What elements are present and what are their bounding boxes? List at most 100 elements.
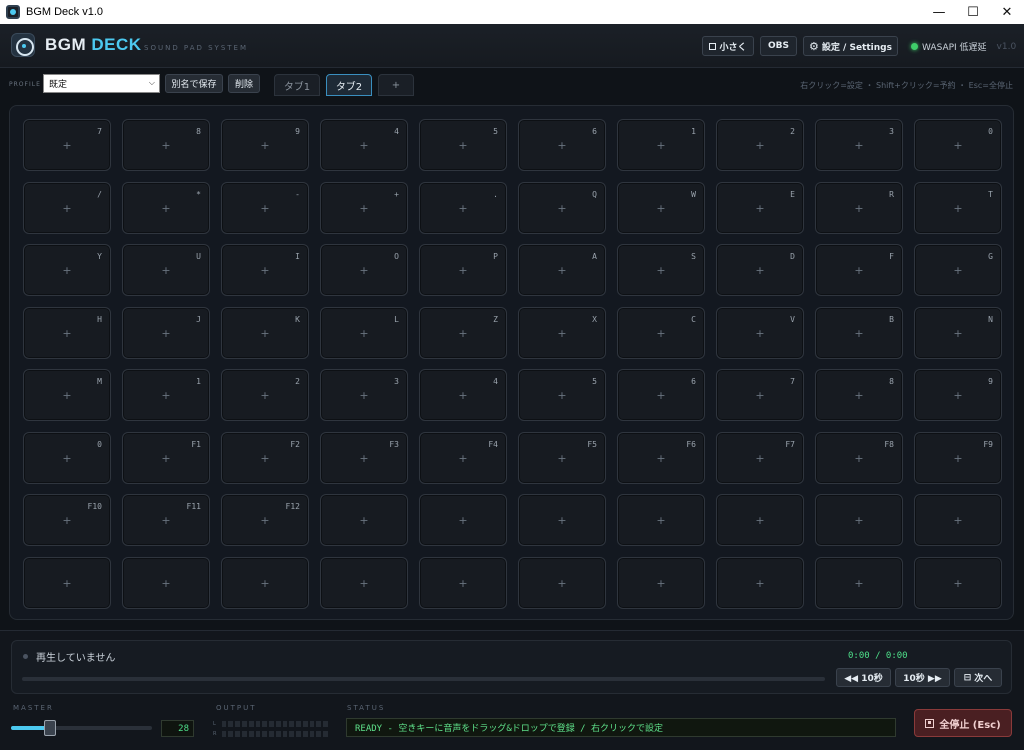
sound-pad[interactable]: F6 +	[617, 431, 705, 484]
sound-pad[interactable]: H +	[23, 306, 111, 359]
sound-pad[interactable]: +	[914, 494, 1002, 546]
sound-pad[interactable]: 4 +	[419, 369, 507, 421]
master-volume-thumb[interactable]	[44, 720, 57, 736]
sound-pad[interactable]: F12 +	[221, 494, 309, 546]
sound-pad[interactable]: J +	[122, 306, 210, 359]
sound-pad[interactable]: F10 +	[23, 494, 111, 546]
sound-pad[interactable]: 1 +	[122, 369, 210, 421]
sound-pad[interactable]: 0 +	[914, 119, 1002, 171]
sound-pad[interactable]: 4 +	[320, 119, 408, 171]
sound-pad[interactable]: O +	[320, 244, 408, 296]
sound-pad[interactable]: 2 +	[221, 369, 309, 421]
save-as-button[interactable]: 別名で保存	[165, 74, 223, 93]
sound-pad[interactable]: +	[716, 556, 804, 609]
sound-pad[interactable]: B +	[815, 306, 903, 359]
sound-pad[interactable]: F9 +	[914, 431, 1002, 484]
rewind-10s-button[interactable]: ◀◀ 10秒	[836, 668, 891, 687]
minimize-button[interactable]: —	[922, 0, 956, 24]
sound-pad[interactable]: I +	[221, 244, 309, 296]
sound-pad[interactable]: F5 +	[518, 431, 606, 484]
sound-pad[interactable]: S +	[617, 244, 705, 296]
next-button[interactable]: ⊟ 次へ	[954, 668, 1002, 687]
sound-pad[interactable]: + +	[320, 181, 408, 234]
stop-all-button[interactable]: 全停止 (Esc)	[914, 709, 1012, 737]
sound-pad[interactable]: +	[320, 494, 408, 546]
sound-pad[interactable]: +	[122, 556, 210, 609]
sound-pad[interactable]: 9 +	[221, 119, 309, 171]
tab-1[interactable]: タブ1	[274, 74, 320, 96]
sound-pad[interactable]: F2 +	[221, 431, 309, 484]
sound-pad[interactable]: - +	[221, 181, 309, 234]
close-button[interactable]: ✕	[990, 0, 1024, 24]
sound-pad[interactable]: +	[815, 494, 903, 546]
sound-pad[interactable]: V +	[716, 306, 804, 359]
master-volume-slider[interactable]	[11, 720, 152, 736]
sound-pad[interactable]: +	[716, 494, 804, 546]
sound-pad[interactable]: K +	[221, 306, 309, 359]
compact-button[interactable]: 小さく	[702, 36, 754, 56]
sound-pad[interactable]: / +	[23, 181, 111, 234]
chevron-down-icon: ⌵	[148, 78, 155, 87]
obs-button[interactable]: OBS	[760, 36, 797, 56]
sound-pad[interactable]: F1 +	[122, 431, 210, 484]
sound-pad[interactable]: +	[320, 556, 408, 609]
sound-pad[interactable]: 2 +	[716, 119, 804, 171]
tab-2[interactable]: タブ2	[326, 74, 372, 96]
maximize-button[interactable]: ☐	[956, 0, 990, 24]
sound-pad[interactable]: Q +	[518, 181, 606, 234]
sound-pad[interactable]: N +	[914, 306, 1002, 359]
profile-select[interactable]: 既定 ⌵	[43, 74, 160, 93]
sound-pad[interactable]: D +	[716, 244, 804, 296]
sound-pad[interactable]: +	[617, 494, 705, 546]
sound-pad[interactable]: 8 +	[815, 369, 903, 421]
sound-pad[interactable]: Z +	[419, 306, 507, 359]
sound-pad[interactable]: +	[23, 556, 111, 609]
progress-bar[interactable]	[22, 677, 825, 681]
sound-pad[interactable]: 6 +	[518, 119, 606, 171]
sound-pad[interactable]: M +	[23, 369, 111, 421]
sound-pad[interactable]: 3 +	[815, 119, 903, 171]
sound-pad[interactable]: F8 +	[815, 431, 903, 484]
sound-pad[interactable]: +	[815, 556, 903, 609]
sound-pad[interactable]: T +	[914, 181, 1002, 234]
sound-pad[interactable]: +	[221, 556, 309, 609]
sound-pad[interactable]: E +	[716, 181, 804, 234]
sound-pad[interactable]: R +	[815, 181, 903, 234]
forward-10s-button[interactable]: 10秒 ▶▶	[895, 668, 950, 687]
sound-pad[interactable]: +	[518, 494, 606, 546]
sound-pad[interactable]: 8 +	[122, 119, 210, 171]
sound-pad[interactable]: +	[419, 494, 507, 546]
add-tab-button[interactable]: +	[378, 74, 414, 96]
sound-pad[interactable]: F +	[815, 244, 903, 296]
sound-pad[interactable]: * +	[122, 181, 210, 234]
sound-pad[interactable]: A +	[518, 244, 606, 296]
sound-pad[interactable]: L +	[320, 306, 408, 359]
sound-pad[interactable]: +	[518, 556, 606, 609]
sound-pad[interactable]: F11 +	[122, 494, 210, 546]
sound-pad[interactable]: X +	[518, 306, 606, 359]
sound-pad[interactable]: W +	[617, 181, 705, 234]
sound-pad[interactable]: F3 +	[320, 431, 408, 484]
sound-pad[interactable]: +	[914, 556, 1002, 609]
sound-pad[interactable]: 1 +	[617, 119, 705, 171]
sound-pad[interactable]: +	[617, 556, 705, 609]
sound-pad[interactable]: 9 +	[914, 369, 1002, 421]
sound-pad[interactable]: G +	[914, 244, 1002, 296]
sound-pad[interactable]: 5 +	[419, 119, 507, 171]
sound-pad[interactable]: C +	[617, 306, 705, 359]
sound-pad[interactable]: 5 +	[518, 369, 606, 421]
sound-pad[interactable]: 0 +	[23, 431, 111, 484]
sound-pad[interactable]: 7 +	[23, 119, 111, 171]
sound-pad[interactable]: 7 +	[716, 369, 804, 421]
sound-pad[interactable]: 3 +	[320, 369, 408, 421]
sound-pad[interactable]: . +	[419, 181, 507, 234]
sound-pad[interactable]: Y +	[23, 244, 111, 296]
settings-button[interactable]: ⚙ 設定 / Settings	[803, 36, 898, 56]
sound-pad[interactable]: U +	[122, 244, 210, 296]
sound-pad[interactable]: 6 +	[617, 369, 705, 421]
sound-pad[interactable]: +	[419, 556, 507, 609]
sound-pad[interactable]: F4 +	[419, 431, 507, 484]
delete-button[interactable]: 削除	[228, 74, 260, 93]
sound-pad[interactable]: P +	[419, 244, 507, 296]
sound-pad[interactable]: F7 +	[716, 431, 804, 484]
